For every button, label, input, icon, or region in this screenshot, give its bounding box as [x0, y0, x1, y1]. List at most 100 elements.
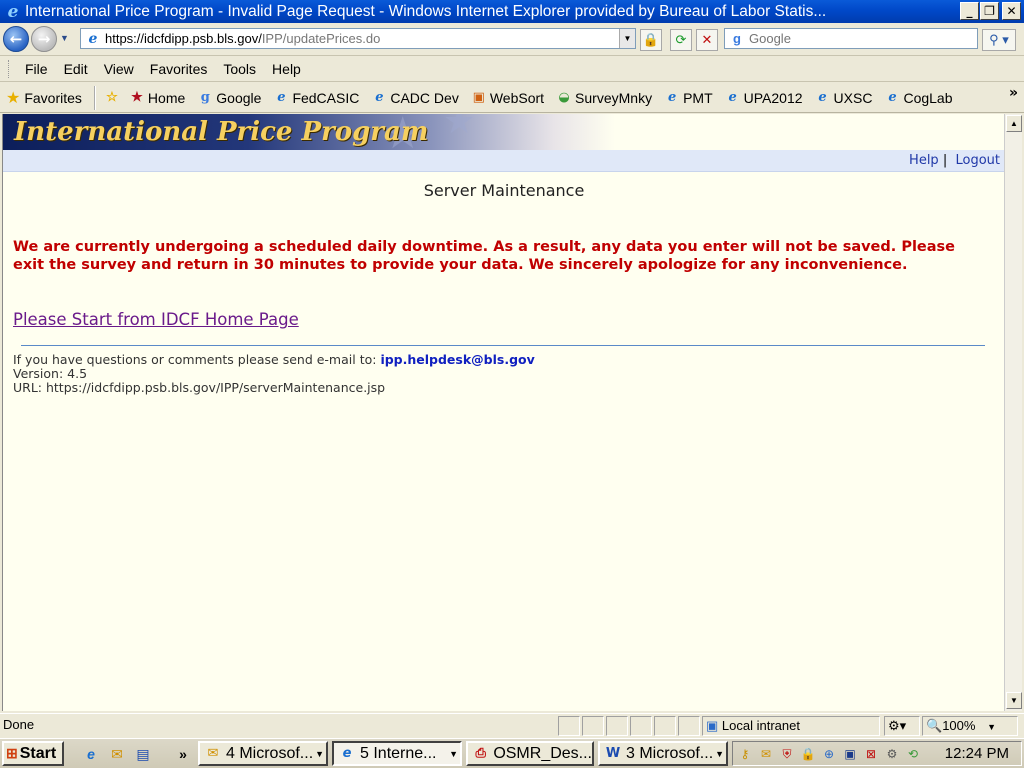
- minimize-button[interactable]: _: [960, 2, 979, 20]
- favorites-button[interactable]: ★ Favorites: [6, 85, 96, 110]
- scroll-up-arrow-icon[interactable]: ▲: [1006, 115, 1022, 132]
- page-icon: e: [88, 30, 98, 47]
- pdf-icon: ⎙: [475, 746, 486, 761]
- task-label: 5 Interne...: [360, 744, 437, 762]
- close-window-button[interactable]: ✕: [1002, 2, 1021, 20]
- task-microsoft-word[interactable]: W 3 Microsof... ▼: [598, 741, 728, 766]
- tray-antivirus-icon[interactable]: ⛨: [778, 745, 796, 763]
- status-pane: [582, 716, 604, 736]
- window-title-bar[interactable]: e International Price Program - Invalid …: [0, 0, 1024, 23]
- task-internet-explorer[interactable]: e 5 Interne... ▼: [332, 741, 462, 766]
- status-pane: [654, 716, 676, 736]
- link-separator: |: [942, 153, 948, 168]
- protected-mode-button[interactable]: ⚙▾: [884, 716, 920, 736]
- menu-help[interactable]: Help: [272, 61, 301, 77]
- quicklaunch-outlook-icon[interactable]: ✉: [106, 743, 128, 765]
- status-pane: [678, 716, 700, 736]
- zone-label: Local intranet: [721, 718, 800, 733]
- favorites-label: Favorites: [24, 89, 82, 106]
- logout-link[interactable]: Logout: [955, 153, 1000, 168]
- address-url[interactable]: https://idcfdipp.psb.bls.gov/IPP/updateP…: [105, 31, 380, 46]
- tray-disconnected-icon[interactable]: ⊠: [862, 745, 880, 763]
- fav-link-coglab[interactable]: e CogLab: [884, 90, 952, 106]
- add-favorite-button[interactable]: ☆: [104, 90, 123, 106]
- fav-link-label: UPA2012: [743, 89, 803, 106]
- address-dropdown-icon[interactable]: ▼: [619, 29, 635, 48]
- idcf-home-link[interactable]: Please Start from IDCF Home Page: [13, 310, 299, 329]
- page-content: ★ ★ International Price Program Help | L…: [2, 114, 1004, 711]
- fav-link-uxsc[interactable]: e UXSC: [815, 89, 873, 106]
- search-input[interactable]: [749, 31, 969, 46]
- tray-lock-icon[interactable]: 🔒: [799, 745, 817, 763]
- program-title: International Price Program: [14, 117, 429, 147]
- forward-button[interactable]: →: [31, 26, 57, 52]
- back-button[interactable]: ←: [3, 26, 29, 52]
- help-link[interactable]: Help: [909, 153, 939, 168]
- task-osmr-pdf[interactable]: ⎙ OSMR_Des...: [466, 741, 594, 766]
- fav-link-label: CADC Dev: [390, 89, 459, 106]
- maintenance-alert: We are currently undergoing a scheduled …: [13, 239, 956, 273]
- zoom-control[interactable]: 🔍100% ▼: [922, 716, 1018, 736]
- search-button-icon[interactable]: ⚲ ▾: [982, 29, 1016, 51]
- task-dropdown-icon: ▼: [715, 748, 724, 759]
- fav-link-fedcasic[interactable]: e FedCASIC: [273, 90, 359, 106]
- fav-link-websort[interactable]: ▣ WebSort: [471, 90, 544, 106]
- fav-link-upa2012[interactable]: e UPA2012: [725, 90, 803, 106]
- bls-star-icon: ★: [131, 89, 143, 105]
- tray-update-icon[interactable]: ⟲: [904, 745, 922, 763]
- add-favorite-icon: ☆: [106, 89, 118, 105]
- fav-link-pmt[interactable]: e PMT: [664, 90, 713, 106]
- url-path: IPP/updatePrices.do: [261, 31, 381, 46]
- google-icon: g: [200, 89, 210, 105]
- websort-icon: ▣: [472, 89, 485, 105]
- ie-page-icon: e: [667, 89, 677, 105]
- task-label: 4 Microsof...: [226, 744, 314, 762]
- zoom-dropdown-icon[interactable]: ▼: [987, 722, 996, 732]
- menu-tools[interactable]: Tools: [223, 61, 256, 77]
- refresh-icon[interactable]: ⟳: [670, 29, 692, 51]
- fav-link-label: Home: [147, 89, 186, 106]
- scroll-down-arrow-icon[interactable]: ▼: [1006, 692, 1022, 709]
- vertical-scrollbar[interactable]: ▲ ▼: [1004, 114, 1022, 711]
- fav-link-surveymnky[interactable]: ◒ SurveyMnky: [556, 90, 652, 106]
- search-box[interactable]: g: [724, 28, 978, 49]
- chevron-more-icon[interactable]: »: [1009, 85, 1018, 101]
- menu-edit[interactable]: Edit: [64, 61, 88, 77]
- security-zone[interactable]: ▣ Local intranet: [702, 716, 880, 736]
- google-icon: g: [733, 30, 741, 46]
- menu-bar: File Edit View Favorites Tools Help: [0, 57, 1024, 82]
- menu-view[interactable]: View: [104, 61, 134, 77]
- taskbar-clock[interactable]: 12:24 PM: [945, 745, 1009, 762]
- restore-button[interactable]: ❐: [980, 2, 999, 20]
- contact-line: If you have questions or comments please…: [13, 353, 535, 367]
- menu-favorites[interactable]: Favorites: [150, 61, 208, 77]
- contact-text: If you have questions or comments please…: [13, 352, 377, 367]
- tray-outlook-icon[interactable]: ✉: [757, 745, 775, 763]
- status-pane: [630, 716, 652, 736]
- quicklaunch-more-icon[interactable]: »: [172, 743, 194, 765]
- fav-link-label: Google: [216, 89, 262, 106]
- tray-network-icon[interactable]: ⊕: [820, 745, 838, 763]
- tray-monitor-icon[interactable]: ▣: [841, 745, 859, 763]
- menu-file[interactable]: File: [25, 61, 48, 77]
- quicklaunch-app-icon[interactable]: ▤: [132, 743, 154, 765]
- protected-mode-icon: ⚙▾: [888, 718, 907, 733]
- tray-key-icon[interactable]: ⚷: [736, 745, 754, 763]
- ie-page-icon: e: [888, 89, 897, 105]
- fav-link-google[interactable]: g Google: [197, 89, 262, 106]
- lock-icon[interactable]: 🔒: [640, 29, 662, 51]
- recent-pages-dropdown-icon[interactable]: ▼: [60, 33, 69, 43]
- tray-settings-icon[interactable]: ⚙: [883, 745, 901, 763]
- zoom-level: 100%: [942, 718, 976, 733]
- stop-icon[interactable]: ✕: [696, 29, 718, 51]
- menu-grip: [8, 60, 11, 78]
- quicklaunch-ie-icon[interactable]: e: [80, 743, 102, 765]
- start-button[interactable]: ⊞ Start: [2, 741, 64, 766]
- fav-link-cadc-dev[interactable]: e CADC Dev: [371, 89, 459, 106]
- status-bar: Done ▣ Local intranet ⚙▾ 🔍100% ▼: [0, 713, 1024, 737]
- fav-link-label: UXSC: [833, 89, 873, 106]
- fav-link-home[interactable]: ★ Home: [129, 90, 185, 106]
- helpdesk-email-link[interactable]: ipp.helpdesk@bls.gov: [380, 352, 534, 367]
- task-microsoft-outlook[interactable]: ✉ 4 Microsof... ▼: [198, 741, 328, 766]
- address-bar[interactable]: e https://idcfdipp.psb.bls.gov/IPP/updat…: [80, 28, 636, 49]
